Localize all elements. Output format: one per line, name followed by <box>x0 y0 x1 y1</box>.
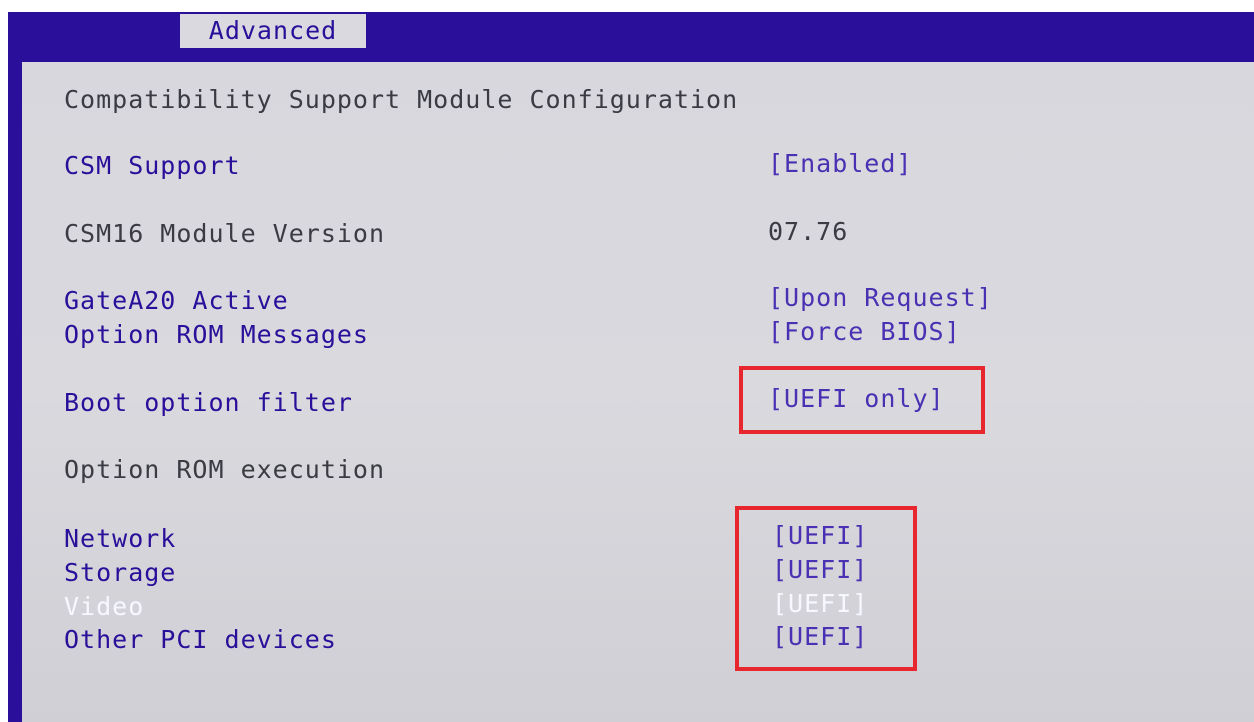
page-title: Compatibility Support Module Configurati… <box>64 85 739 114</box>
network-label[interactable]: Network <box>64 524 176 554</box>
boot-filter-highlight-box <box>739 366 985 434</box>
option-rom-highlight-box <box>735 506 917 671</box>
csm-support-value[interactable]: [Enabled] <box>768 149 912 179</box>
csm16-module-version-label: CSM16 Module Version <box>64 219 386 248</box>
option-rom-messages-label[interactable]: Option ROM Messages <box>64 320 369 350</box>
gatea20-active-value[interactable]: [Upon Request] <box>768 283 993 313</box>
option-rom-messages-value[interactable]: [Force BIOS] <box>768 317 961 347</box>
gatea20-active-label[interactable]: GateA20 Active <box>64 286 289 316</box>
video-label[interactable]: Video <box>64 592 144 622</box>
option-rom-execution-label: Option ROM execution <box>64 455 386 484</box>
csm-support-label[interactable]: CSM Support <box>64 151 241 181</box>
storage-label[interactable]: Storage <box>64 558 176 588</box>
tab-advanced[interactable]: Advanced <box>180 14 366 48</box>
csm16-module-version-value: 07.76 <box>768 217 849 246</box>
boot-option-filter-label[interactable]: Boot option filter <box>64 388 353 418</box>
other-pci-devices-label[interactable]: Other PCI devices <box>64 625 337 655</box>
